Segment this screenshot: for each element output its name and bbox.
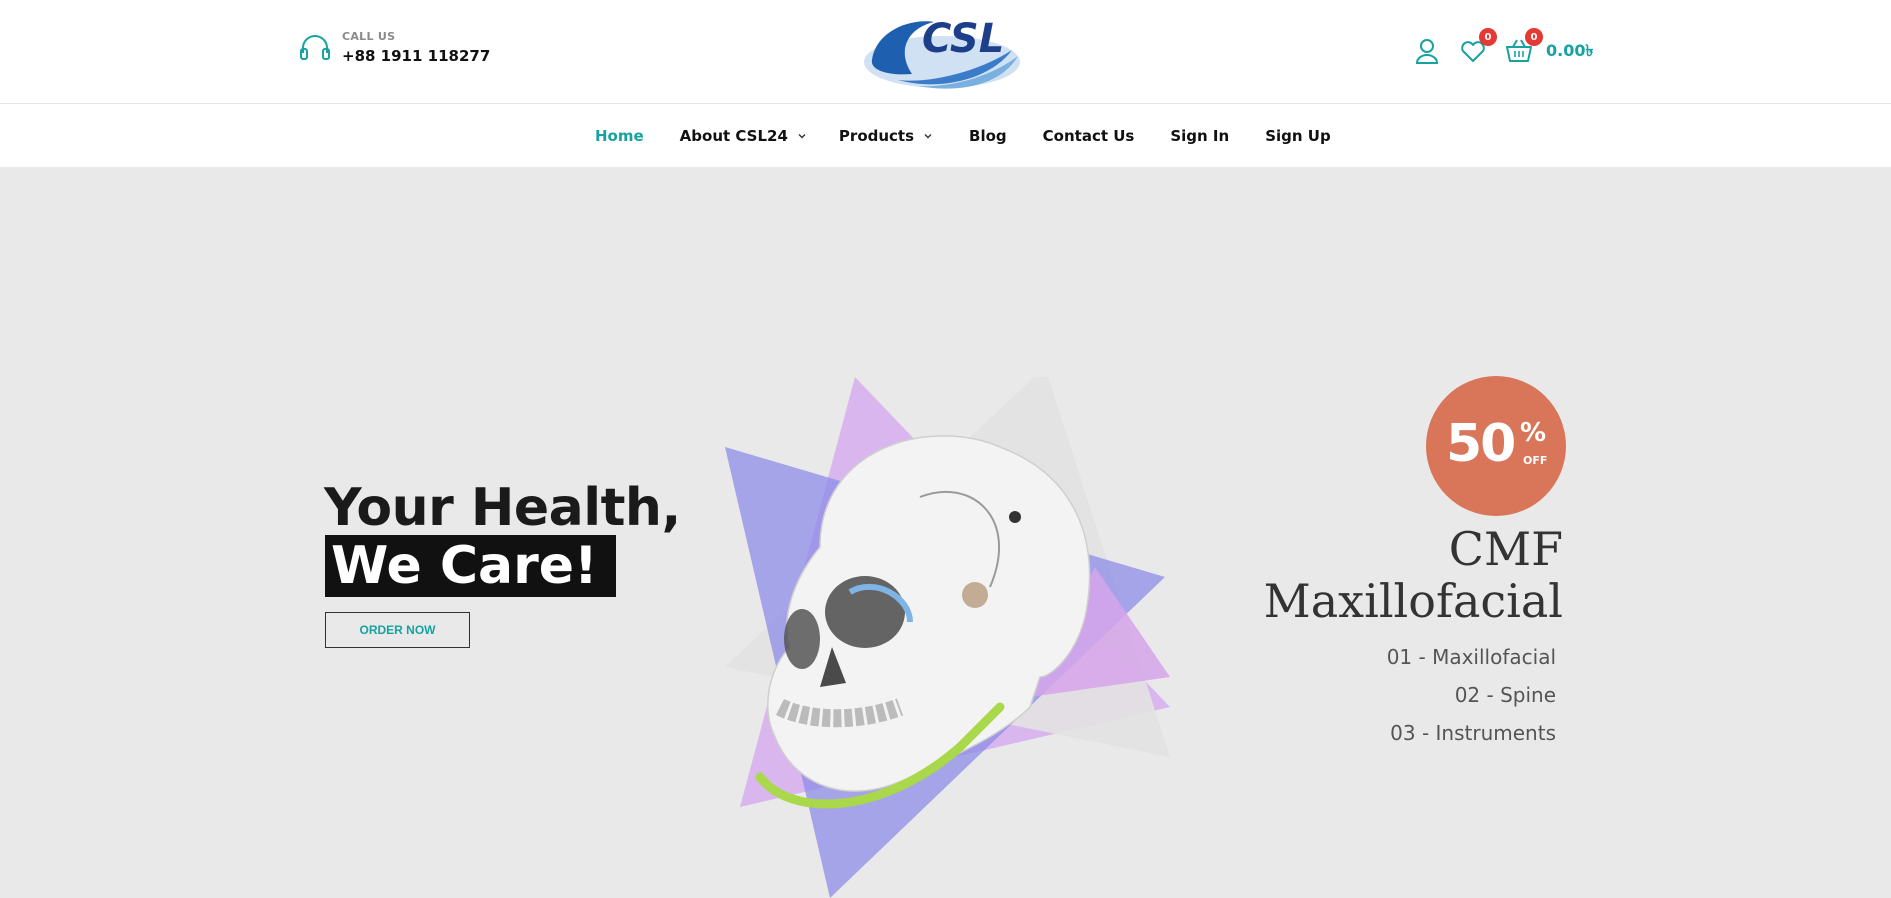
call-us[interactable]: CALL US +88 1911 118277 <box>298 30 490 65</box>
category-item-instruments[interactable]: 03 - Instruments <box>1387 721 1556 745</box>
promo-title-line2: Maxillofacial <box>1263 574 1563 628</box>
category-list: 01 - Maxillofacial 02 - Spine 03 - Instr… <box>1387 645 1556 759</box>
nav-contact[interactable]: Contact Us <box>1043 127 1135 145</box>
account-button[interactable] <box>1412 36 1442 66</box>
nav-home-label: Home <box>595 127 644 145</box>
top-header: CALL US +88 1911 118277 CSL 0 0 0.00৳ <box>0 0 1891 104</box>
sale-percent: % <box>1520 418 1547 448</box>
promo-title: CMF Maxillofacial <box>1264 523 1563 627</box>
main-nav: Home About CSL24 Products Blog Contact U… <box>595 105 1331 167</box>
user-icon <box>1415 39 1439 64</box>
cranial-screw <box>1009 511 1021 523</box>
nav-contact-label: Contact Us <box>1042 127 1135 145</box>
category-item-spine[interactable]: 02 - Spine <box>1387 683 1556 707</box>
logo-text: CSL <box>922 16 1004 62</box>
nav-sign-in[interactable]: Sign In <box>1170 127 1229 145</box>
main-navbar: Home About CSL24 Products Blog Contact U… <box>0 105 1891 167</box>
nav-about[interactable]: About CSL24 <box>680 127 807 145</box>
hero-headline-line2: We Care! <box>325 535 616 597</box>
cart-total[interactable]: 0.00৳ <box>1546 38 1593 65</box>
chevron-down-icon <box>924 134 932 139</box>
category-item-maxillofacial[interactable]: 01 - Maxillofacial <box>1387 645 1556 669</box>
hero-headline-line1: Your Health, <box>324 478 681 538</box>
nav-sign-up[interactable]: Sign Up <box>1265 127 1331 145</box>
hero-banner: Your Health, We Care! ORDER NOW 50 % OFF… <box>0 167 1891 898</box>
nav-sign-in-label: Sign In <box>1170 127 1230 145</box>
call-us-text: CALL US +88 1911 118277 <box>342 30 490 65</box>
promo-title-line1: CMF <box>1448 522 1563 576</box>
nav-home[interactable]: Home <box>595 127 644 145</box>
cart-button[interactable]: 0 <box>1504 28 1543 66</box>
chevron-down-icon <box>798 134 806 139</box>
nav-about-label: About CSL24 <box>679 127 788 145</box>
sale-number: 50 <box>1446 414 1516 474</box>
bone-patch <box>962 582 988 608</box>
cart-count-badge: 0 <box>1525 28 1543 46</box>
eye-socket-left <box>784 609 820 669</box>
sale-off: OFF <box>1523 454 1548 467</box>
header-actions: 0 0 0.00৳ <box>1412 28 1593 66</box>
phone-number[interactable]: +88 1911 118277 <box>342 47 490 65</box>
wishlist-count-badge: 0 <box>1479 28 1497 46</box>
nav-products-label: Products <box>838 127 915 145</box>
order-now-button[interactable]: ORDER NOW <box>325 612 470 648</box>
sale-badge: 50 % OFF <box>1426 376 1566 516</box>
nav-blog[interactable]: Blog <box>969 127 1007 145</box>
wishlist-button[interactable]: 0 <box>1458 28 1497 66</box>
nav-blog-label: Blog <box>969 127 1007 145</box>
csl-logo[interactable]: CSL <box>862 10 1028 90</box>
call-us-label: CALL US <box>342 30 396 43</box>
skull-implant-illustration <box>725 377 1170 898</box>
nav-products[interactable]: Products <box>839 127 933 145</box>
headset-icon <box>300 34 330 60</box>
nav-sign-up-label: Sign Up <box>1265 127 1331 145</box>
